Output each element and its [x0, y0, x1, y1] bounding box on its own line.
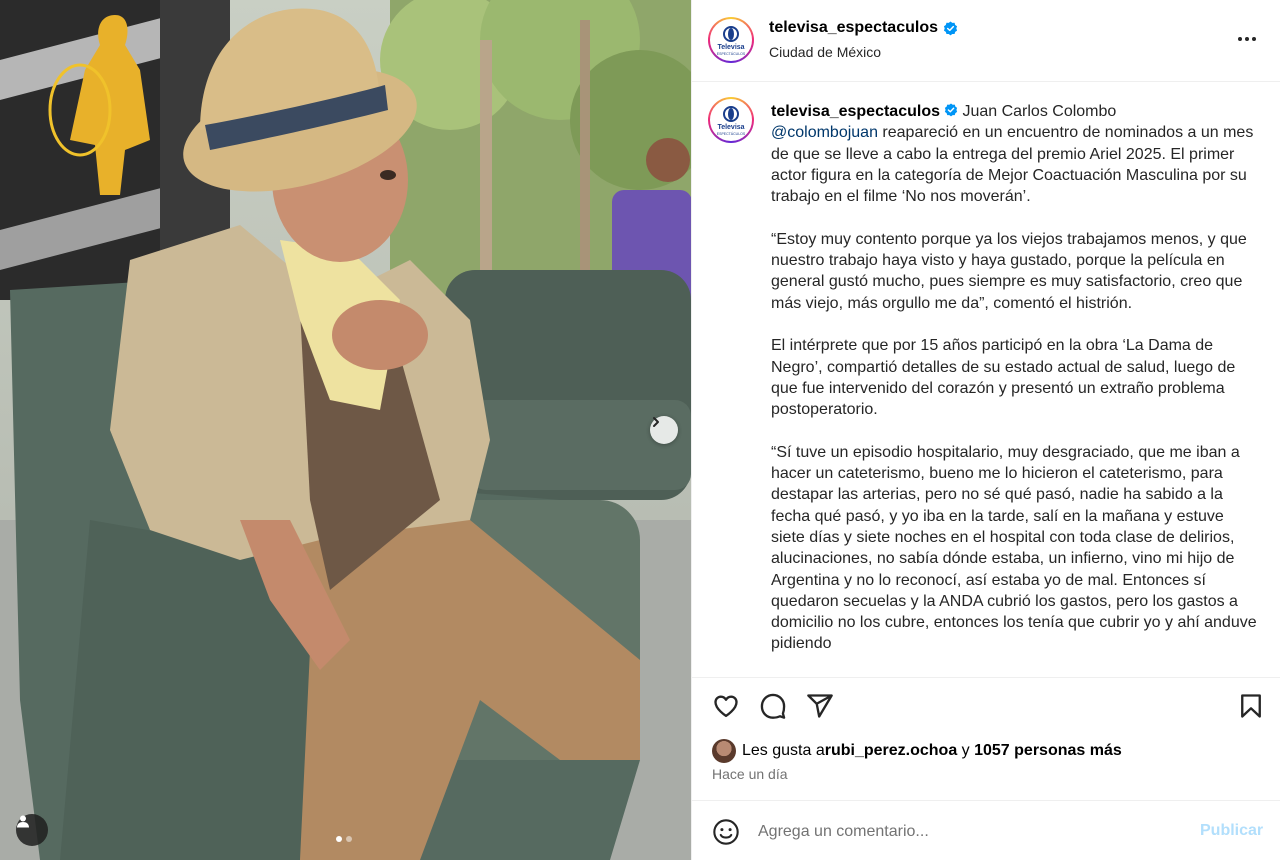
- comment-button[interactable]: [759, 692, 787, 720]
- comment-icon: [760, 693, 786, 719]
- bookmark-icon: [1241, 694, 1261, 718]
- post-location[interactable]: Ciudad de México: [769, 44, 881, 60]
- post-header: Televisa ESPECTÁCULOS televisa_espectacu…: [692, 0, 1280, 82]
- liker-avatar: [712, 739, 736, 763]
- caption-paragraph-1: televisa_espectaculos Juan Carlos Colomb…: [771, 101, 1257, 207]
- heart-icon: [714, 695, 738, 718]
- svg-text:ESPECTÁCULOS: ESPECTÁCULOS: [717, 132, 746, 136]
- caption-text: televisa_espectaculos Juan Carlos Colomb…: [771, 101, 1257, 655]
- emoji-icon: [713, 819, 739, 845]
- more-icon: [1238, 37, 1242, 41]
- post-timestamp[interactable]: Hace un día: [712, 766, 788, 782]
- caption-lead: Juan Carlos Colombo: [958, 103, 1117, 120]
- share-icon: [807, 694, 833, 718]
- post-caption-area: Televisa ESPECTÁCULOS televisa_espectacu…: [692, 83, 1280, 677]
- svg-text:ESPECTÁCULOS: ESPECTÁCULOS: [717, 52, 746, 56]
- caption-paragraph-3: El intérprete que por 15 años participó …: [771, 337, 1240, 419]
- like-button[interactable]: [712, 692, 740, 720]
- photo-illustration: [0, 0, 691, 860]
- televisa-logo-icon: Televisa ESPECTÁCULOS: [717, 106, 746, 136]
- post-photo[interactable]: [0, 0, 691, 860]
- post-actions-bar: [692, 677, 1280, 733]
- carousel-dot-active: [336, 836, 342, 842]
- user-tags-button[interactable]: [16, 814, 48, 846]
- carousel-indicator: [336, 836, 352, 842]
- verified-icon: [943, 20, 958, 35]
- svg-text:Televisa: Televisa: [717, 124, 744, 131]
- caption-username[interactable]: televisa_espectaculos: [771, 103, 940, 120]
- post-details-panel: Televisa ESPECTÁCULOS televisa_espectacu…: [691, 0, 1280, 860]
- comment-composer: Publicar: [692, 800, 1280, 860]
- user-tag-icon: [17, 815, 29, 828]
- likes-count[interactable]: 1057 personas más: [974, 742, 1122, 760]
- emoji-button[interactable]: [712, 818, 740, 846]
- likes-conjunction: y: [957, 742, 975, 759]
- publish-button[interactable]: Publicar: [1200, 822, 1263, 840]
- author-username[interactable]: televisa_espectaculos: [769, 19, 938, 37]
- verified-icon: [944, 103, 958, 117]
- author-avatar[interactable]: Televisa ESPECTÁCULOS: [708, 17, 754, 63]
- more-options-button[interactable]: [1232, 28, 1262, 50]
- save-button[interactable]: [1237, 692, 1265, 720]
- caption-author-avatar[interactable]: Televisa ESPECTÁCULOS: [708, 97, 754, 143]
- likes-prefix: Les gusta a: [742, 742, 825, 759]
- liker-username[interactable]: rubi_perez.ochoa: [825, 742, 957, 760]
- carousel-dot: [346, 836, 352, 842]
- comment-input[interactable]: [758, 821, 1178, 843]
- author-username-row: televisa_espectaculos: [769, 19, 958, 37]
- caption-mention-link[interactable]: @colombojuan: [771, 124, 878, 141]
- share-button[interactable]: [806, 692, 834, 720]
- author-avatar-logo: Televisa ESPECTÁCULOS: [710, 19, 752, 61]
- caption-paragraph-4: “Sí tuve un episodio hospitalario, muy d…: [771, 443, 1262, 653]
- caption-paragraph-2: “Estoy muy contento porque ya los viejos…: [771, 230, 1252, 312]
- televisa-logo-icon: Televisa ESPECTÁCULOS: [717, 26, 746, 56]
- carousel-next-button[interactable]: [650, 416, 678, 444]
- chevron-right-icon: [653, 417, 659, 427]
- likes-summary[interactable]: Les gusta a rubi_perez.ochoa y 1057 pers…: [712, 739, 1122, 763]
- svg-text:Televisa: Televisa: [717, 44, 744, 51]
- caption-avatar-logo: Televisa ESPECTÁCULOS: [710, 99, 752, 141]
